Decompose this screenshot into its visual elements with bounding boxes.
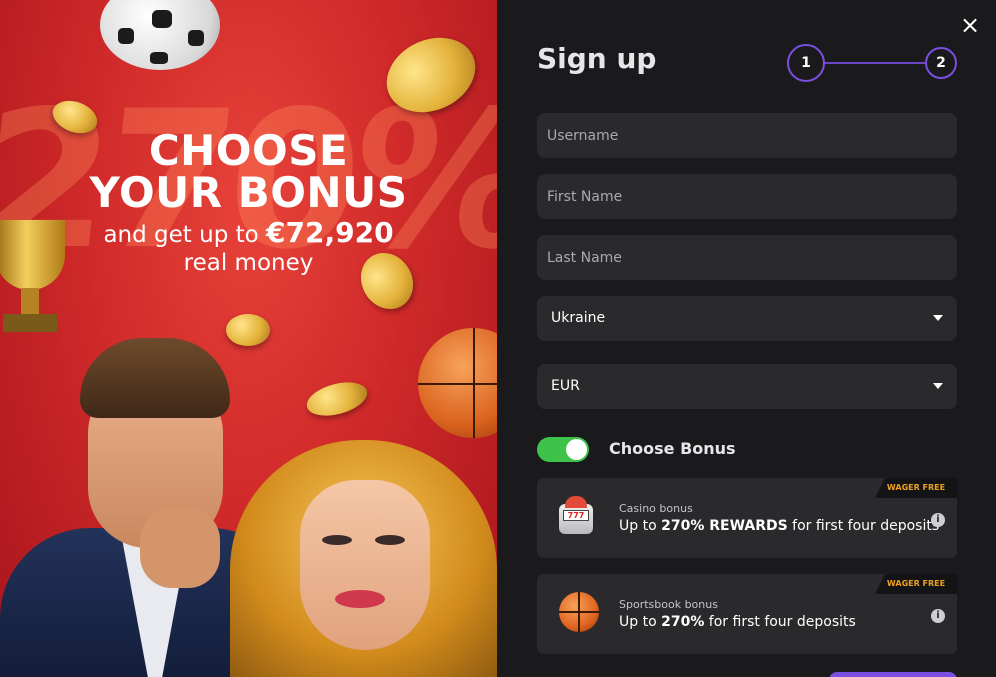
next-button[interactable] <box>829 672 957 677</box>
info-icon[interactable]: i <box>931 513 945 527</box>
currency-value: EUR <box>551 378 580 394</box>
bonus-type-label: Casino bonus <box>619 502 693 515</box>
currency-select[interactable]: EUR <box>537 364 957 409</box>
basketball-image <box>418 328 497 438</box>
bonus-desc-highlight: 270% REWARDS <box>661 518 788 534</box>
country-value: Ukraine <box>551 310 606 326</box>
casino-bonus-card[interactable]: WAGER FREE 777 Casino bonus Up to 270% R… <box>537 478 957 558</box>
bonus-description: Up to 270% for first four deposits <box>619 614 856 630</box>
first-name-input[interactable] <box>547 174 957 219</box>
soccer-ball-image <box>100 0 220 70</box>
bonus-desc-suffix: for first four deposits <box>704 614 856 630</box>
basketball-icon <box>559 592 599 632</box>
page-title: Sign up <box>537 42 657 75</box>
bonus-desc-prefix: Up to <box>619 518 662 534</box>
sportsbook-bonus-card[interactable]: WAGER FREE Sportsbook bonus Up to 270% f… <box>537 574 957 654</box>
wager-free-badge: WAGER FREE <box>875 478 957 498</box>
username-input[interactable] <box>547 113 957 158</box>
signup-form-panel: × Sign up 1 2 Ukraine EUR Choose Bonus <box>497 0 996 677</box>
info-icon[interactable]: i <box>931 609 945 623</box>
promo-subtitle: and get up to €72,920 <box>0 216 497 249</box>
woman-illustration <box>230 440 497 677</box>
bonus-type-label: Sportsbook bonus <box>619 598 718 611</box>
step-connector <box>825 62 925 64</box>
coin-image <box>303 376 371 422</box>
toggle-knob <box>566 439 587 460</box>
step-2: 2 <box>925 47 957 79</box>
step-1: 1 <box>787 44 825 82</box>
wager-free-badge: WAGER FREE <box>875 574 957 594</box>
country-select[interactable]: Ukraine <box>537 296 957 341</box>
step-indicator: 1 2 <box>787 44 957 82</box>
slot-reels: 777 <box>563 510 589 521</box>
close-icon[interactable]: × <box>957 12 983 38</box>
choose-bonus-label: Choose Bonus <box>609 439 736 458</box>
promo-banner: 270% CHOOSE YOUR BONUS and get up to €72… <box>0 0 497 677</box>
choose-bonus-toggle[interactable] <box>537 437 589 462</box>
bonus-description: Up to 270% REWARDS for first four deposi… <box>619 518 939 534</box>
bonus-desc-highlight: 270% <box>661 614 705 630</box>
signup-modal: 270% CHOOSE YOUR BONUS and get up to €72… <box>0 0 996 677</box>
chevron-down-icon <box>933 383 943 389</box>
bonus-desc-suffix: for first four deposits <box>787 518 940 534</box>
username-field-wrapper <box>537 113 957 158</box>
last-name-input[interactable] <box>547 235 957 280</box>
slot-machine-icon: 777 <box>557 496 595 536</box>
promo-subtitle-line2: real money <box>183 250 314 276</box>
promo-subtitle-prefix: and get up to <box>103 222 267 248</box>
promo-amount: €72,920 <box>266 216 394 249</box>
chevron-down-icon <box>933 315 943 321</box>
last-name-field-wrapper <box>537 235 957 280</box>
first-name-field-wrapper <box>537 174 957 219</box>
bonus-desc-prefix: Up to <box>619 614 662 630</box>
promo-title-line2: YOUR BONUS <box>89 168 408 217</box>
